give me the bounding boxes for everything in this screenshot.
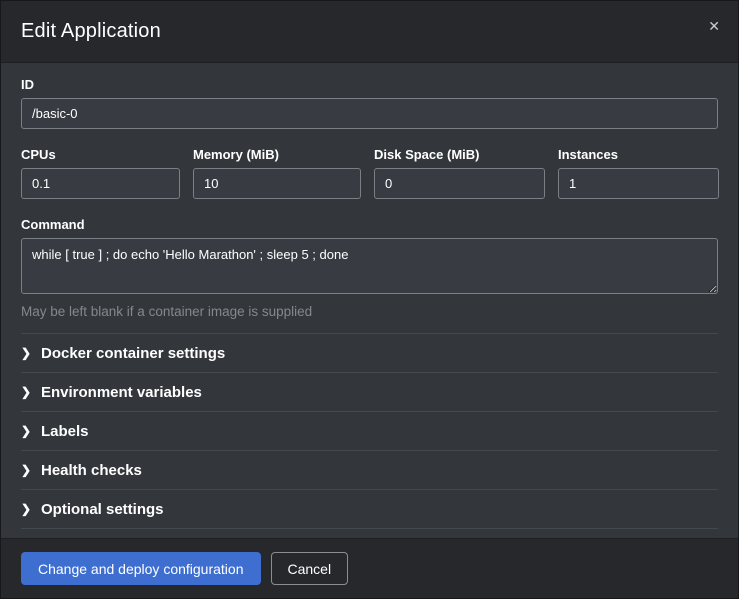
cancel-button[interactable]: Cancel	[271, 552, 349, 585]
memory-field-group: Memory (MiB)	[193, 147, 361, 199]
section-labels[interactable]: ❯ Labels	[21, 412, 718, 451]
edit-application-modal: Edit Application ✕ ID CPUs Memory (MiB) …	[0, 0, 739, 599]
command-label: Command	[21, 217, 718, 232]
section-label: Labels	[41, 423, 89, 440]
close-icon[interactable]: ✕	[704, 15, 724, 37]
disk-label: Disk Space (MiB)	[374, 147, 545, 162]
memory-label: Memory (MiB)	[193, 147, 361, 162]
section-label: Health checks	[41, 462, 142, 479]
section-environment-variables[interactable]: ❯ Environment variables	[21, 373, 718, 412]
section-label: Docker container settings	[41, 345, 225, 362]
cpus-label: CPUs	[21, 147, 180, 162]
cpus-field-group: CPUs	[21, 147, 180, 199]
disk-field-group: Disk Space (MiB)	[374, 147, 545, 199]
memory-input[interactable]	[193, 168, 361, 199]
id-input[interactable]	[21, 98, 718, 129]
section-label: Environment variables	[41, 384, 202, 401]
section-docker-container-settings[interactable]: ❯ Docker container settings	[21, 334, 718, 373]
instances-field-group: Instances	[558, 147, 719, 199]
id-field-group: ID	[21, 77, 718, 129]
modal-footer: Change and deploy configuration Cancel	[1, 538, 738, 598]
disk-input[interactable]	[374, 168, 545, 199]
section-optional-settings[interactable]: ❯ Optional settings	[21, 490, 718, 529]
instances-input[interactable]	[558, 168, 719, 199]
command-field-group: Command while [ true ] ; do echo 'Hello …	[21, 217, 718, 319]
chevron-right-icon: ❯	[21, 385, 41, 399]
resources-row: CPUs Memory (MiB) Disk Space (MiB) Insta…	[21, 147, 718, 199]
cpus-input[interactable]	[21, 168, 180, 199]
accordion-sections: ❯ Docker container settings ❯ Environmen…	[21, 333, 718, 529]
modal-body: ID CPUs Memory (MiB) Disk Space (MiB) In…	[1, 63, 738, 538]
section-health-checks[interactable]: ❯ Health checks	[21, 451, 718, 490]
chevron-right-icon: ❯	[21, 463, 41, 477]
chevron-right-icon: ❯	[21, 424, 41, 438]
section-label: Optional settings	[41, 501, 164, 518]
change-and-deploy-button[interactable]: Change and deploy configuration	[21, 552, 261, 585]
modal-title: Edit Application	[21, 20, 161, 43]
command-textarea[interactable]: while [ true ] ; do echo 'Hello Marathon…	[21, 238, 718, 294]
chevron-right-icon: ❯	[21, 346, 41, 360]
command-help-text: May be left blank if a container image i…	[21, 304, 718, 319]
instances-label: Instances	[558, 147, 719, 162]
id-label: ID	[21, 77, 718, 92]
modal-header: Edit Application ✕	[1, 1, 738, 63]
chevron-right-icon: ❯	[21, 502, 41, 516]
